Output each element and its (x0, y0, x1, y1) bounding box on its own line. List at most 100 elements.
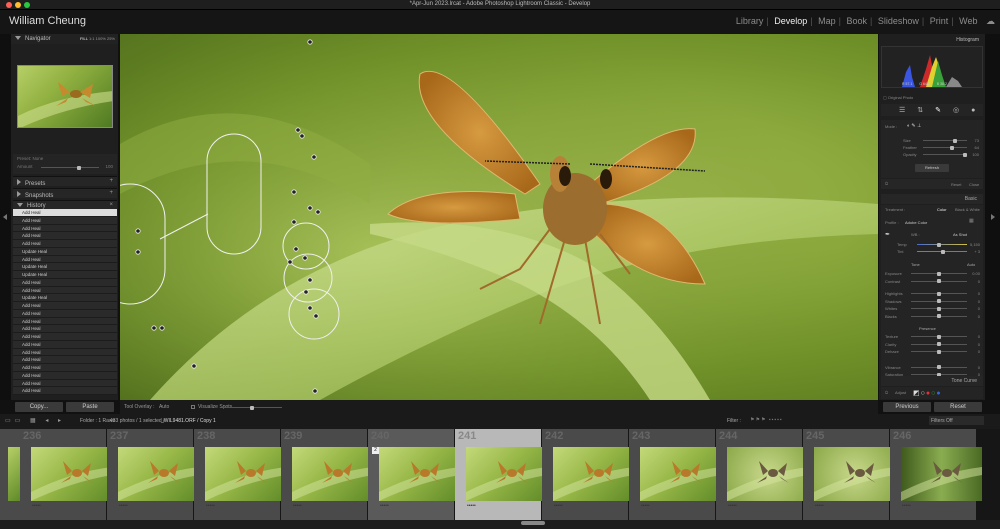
history-item[interactable]: Add Heal (13, 278, 117, 287)
feather-slider[interactable] (923, 145, 967, 150)
auto-tone-button[interactable]: Auto (967, 262, 975, 267)
history-item[interactable]: Add Heal (13, 286, 117, 295)
zoom-1-1[interactable]: 1:1 (89, 36, 95, 41)
star-rating[interactable]: ••••• (554, 503, 563, 509)
basic-header[interactable]: Basic (881, 194, 983, 204)
temp-slider[interactable] (917, 242, 967, 247)
filters-select[interactable]: Filters Off (929, 416, 984, 425)
module-web[interactable]: Web (959, 16, 977, 26)
module-library[interactable]: Library (736, 16, 764, 26)
history-item[interactable]: Add Heal (13, 240, 117, 248)
refresh-button[interactable]: Refresh (915, 164, 949, 172)
main-image[interactable] (120, 34, 878, 400)
slider-row-blacks[interactable]: Blacks 0 (881, 314, 983, 321)
add-snapshot-icon[interactable]: + (109, 190, 113, 196)
filmstrip-prev-cell[interactable] (0, 429, 20, 520)
history-item[interactable]: Add Heal (13, 216, 117, 225)
amount-slider[interactable] (41, 165, 99, 170)
history-item[interactable]: Add Heal (13, 224, 117, 233)
star-rating[interactable]: ••••• (380, 503, 389, 509)
heal-reset-button[interactable]: Reset (951, 182, 961, 187)
module-map[interactable]: Map (818, 16, 836, 26)
slider-track[interactable] (911, 372, 967, 377)
mask-tool-icon[interactable]: ⇅ (917, 107, 935, 114)
history-item[interactable]: Add Heal (13, 302, 117, 310)
masking-tool-icon[interactable]: ● (971, 107, 987, 114)
module-book[interactable]: Book (847, 16, 868, 26)
tone-curve-toggle-icon[interactable]: ⏻ (885, 390, 888, 395)
history-item[interactable]: Update Heal (13, 263, 117, 271)
slider-track[interactable] (911, 334, 967, 339)
star-rating[interactable]: ••••• (293, 503, 302, 509)
tone-curve-header[interactable]: Tone Curve (881, 376, 983, 386)
reset-button[interactable]: Reset (934, 402, 982, 412)
visualize-spots-knob[interactable] (250, 405, 254, 410)
history-item[interactable]: Add Heal (13, 317, 117, 326)
zoom-25[interactable]: 25% (107, 36, 115, 41)
history-item[interactable]: Add Heal (13, 232, 117, 240)
history-item[interactable]: Update Heal (13, 294, 117, 302)
filmstrip-cell[interactable]: 245 ••••• (803, 429, 895, 520)
filmstrip-cell[interactable]: 240 ••••• 2 (368, 429, 460, 520)
redeye-tool-icon[interactable]: ◎ (953, 107, 971, 114)
slider-row-vibrance[interactable]: Vibrance 0 (881, 365, 983, 372)
visualize-spots-checkbox[interactable] (190, 404, 195, 409)
crop-tool-icon[interactable]: ☰ (899, 107, 917, 114)
history-item[interactable]: Add Heal (13, 333, 117, 341)
opacity-slider[interactable] (923, 152, 967, 157)
slider-track[interactable] (911, 306, 967, 311)
star-rating[interactable]: ••••• (728, 503, 737, 509)
slider-row-shadows[interactable]: Shadows 0 (881, 299, 983, 306)
history-item[interactable]: Add Heal (13, 379, 117, 388)
original-photo-checkbox[interactable]: ▢ Original Photo (883, 95, 913, 100)
slider-knob[interactable] (937, 291, 941, 296)
slider-row-whites[interactable]: Whites 0 (881, 306, 983, 313)
profile-select[interactable]: Adobe Color (905, 220, 927, 225)
history-item[interactable]: Add Heal (13, 325, 117, 333)
filmstrip-cell[interactable]: 237 ••••• (107, 429, 199, 520)
slider-track[interactable] (911, 299, 967, 303)
slider-row-texture[interactable]: Texture 0 (881, 334, 983, 341)
previous-button[interactable]: Previous (883, 402, 931, 412)
module-slideshow[interactable]: Slideshow (878, 16, 919, 26)
slider-track[interactable] (911, 342, 967, 346)
history-item[interactable]: Add Heal (13, 309, 117, 318)
slider-knob[interactable] (937, 334, 941, 339)
history-item[interactable]: Add Heal (13, 340, 117, 349)
history-item[interactable]: Update Heal (13, 271, 117, 279)
slider-track[interactable] (911, 365, 967, 369)
module-print[interactable]: Print (930, 16, 949, 26)
slider-track[interactable] (911, 279, 967, 283)
navigator-preview[interactable] (17, 65, 113, 128)
tint-knob[interactable] (941, 249, 945, 254)
add-preset-icon[interactable]: + (109, 178, 113, 184)
treatment-color[interactable]: Color (937, 207, 947, 212)
clear-history-icon[interactable]: × (109, 202, 113, 208)
slider-track[interactable] (911, 271, 967, 276)
visualize-spots-slider[interactable] (222, 405, 282, 410)
star-rating[interactable]: ••••• (206, 503, 215, 509)
slider-knob[interactable] (937, 279, 941, 283)
snapshots-header[interactable]: Snapshots + (13, 188, 117, 199)
heal-mode-icons[interactable]: ◐ ✎ ⊥ (907, 123, 921, 129)
heal-close-button[interactable]: Close (969, 182, 979, 187)
filename-label[interactable]: _WIL9481.ORF / Copy 1 (161, 418, 216, 424)
slider-row-contrast[interactable]: Contrast 0 (881, 279, 983, 286)
module-develop[interactable]: Develop (774, 16, 807, 26)
presets-header[interactable]: Presets + (13, 176, 117, 187)
filmstrip-cell[interactable]: 244 ••••• (716, 429, 808, 520)
slider-knob[interactable] (937, 271, 941, 276)
slider-knob[interactable] (937, 342, 941, 346)
star-rating[interactable]: ••••• (815, 503, 824, 509)
filmstrip-scrollbar[interactable] (0, 520, 1000, 529)
amount-knob[interactable] (77, 165, 81, 170)
slider-knob[interactable] (937, 365, 941, 369)
tool-overlay-select[interactable]: Auto (159, 404, 169, 410)
slider-track[interactable] (911, 349, 967, 354)
filmstrip-cell[interactable]: 239 ••••• (281, 429, 373, 520)
heal-toggle-icon[interactable]: ⏻ (885, 181, 888, 186)
curve-channel-icons[interactable]: ◩○●○● (913, 389, 942, 397)
filmstrip-cell[interactable]: 236 ••••• (20, 429, 112, 520)
filmstrip-cell[interactable]: 246 ••••• (890, 429, 982, 520)
copy-button[interactable]: Copy... (15, 402, 63, 412)
